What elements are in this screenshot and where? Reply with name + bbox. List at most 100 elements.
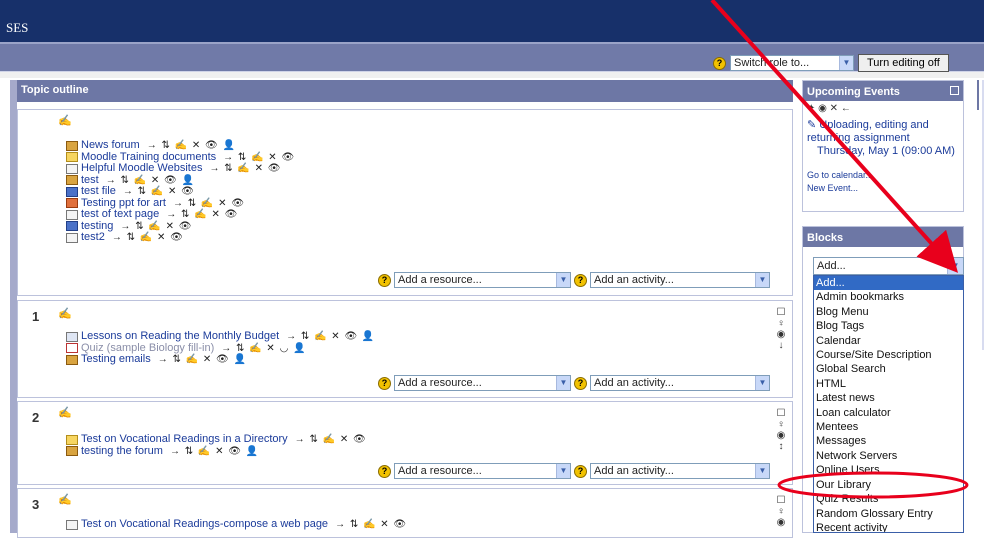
dropdown-option-our-library[interactable]: Our Library (814, 478, 963, 492)
add-activity-select[interactable]: Add an activity... ▼ (590, 272, 770, 288)
activity-link[interactable]: testing the forum (81, 445, 163, 458)
help-icon[interactable]: ? (378, 376, 391, 390)
activity-link[interactable]: Test on Vocational Readings in a Directo… (81, 433, 288, 446)
help-icon[interactable]: ? (574, 376, 587, 390)
chevron-down-icon[interactable]: ▼ (556, 273, 570, 287)
edit-tools[interactable]: → ⇅ ✍ ✕ 👁 (223, 152, 295, 164)
dropdown-option[interactable]: Blog Tags (814, 319, 963, 333)
checkbox-icon[interactable]: ☐ (774, 495, 788, 506)
dropdown-option[interactable]: Blog Menu (814, 305, 963, 319)
edit-summary-icon[interactable]: ✍ (58, 114, 72, 127)
edit-tools[interactable]: → ⇅ ✍ ✕ 👁 (173, 198, 245, 210)
move-up-down-icon[interactable]: ↕ (774, 441, 788, 452)
list-item[interactable]: test file → ⇅ ✍ ✕ 👁 (66, 185, 740, 198)
turn-editing-off-button[interactable]: Turn editing off (858, 54, 949, 72)
eye-icon[interactable]: ◉ (774, 517, 788, 528)
list-item[interactable]: Test on Vocational Readings in a Directo… (66, 433, 740, 446)
dropdown-option[interactable]: Add... (814, 276, 963, 291)
dropdown-option[interactable]: HTML (814, 377, 963, 391)
eye-icon[interactable]: ◉ (774, 430, 788, 441)
add-activity-select[interactable]: Add an activity... ▼ (590, 463, 770, 479)
list-item[interactable]: test of text page → ⇅ ✍ ✕ 👁 (66, 208, 740, 221)
dropdown-option[interactable]: Global Search (814, 362, 963, 376)
chevron-down-icon[interactable]: ▼ (755, 464, 769, 478)
help-icon[interactable]: ? (574, 464, 587, 478)
edit-summary-icon[interactable]: ✍ (58, 307, 72, 320)
go-to-calendar-link[interactable]: Go to calendar... (807, 169, 959, 182)
chevron-down-icon[interactable]: ▼ (755, 376, 769, 390)
add-resource-select[interactable]: Add a resource... ▼ (394, 272, 571, 288)
help-icon[interactable]: ? (378, 273, 391, 287)
edit-tools[interactable]: → ⇅ ✍ ✕ ◡ 👤 (221, 343, 306, 355)
list-item[interactable]: test → ⇅ ✍ ✕ 👁 👤 (66, 174, 740, 187)
add-activity-select[interactable]: Add an activity... ▼ (590, 375, 770, 391)
edit-tools[interactable]: → ⇅ ✍ ✕ 👁 (209, 163, 281, 175)
edit-summary-icon[interactable]: ✍ (58, 493, 72, 506)
dropdown-option[interactable]: Network Servers (814, 449, 963, 463)
block-edit-tools[interactable]: ✦ ◉ ✕ ← (803, 101, 963, 116)
dropdown-option[interactable]: Random Glossary Entry (814, 507, 963, 521)
list-item[interactable]: testing the forum → ⇅ ✍ ✕ 👁 👤 (66, 445, 740, 458)
add-resource-select[interactable]: Add a resource... ▼ (394, 463, 571, 479)
checkbox-icon[interactable]: ☐ (774, 408, 788, 419)
chevron-down-icon[interactable]: ▼ (947, 258, 963, 274)
edit-tools[interactable]: → ⇅ ✍ ✕ 👁 👤 (106, 175, 195, 187)
edit-tools[interactable]: → ⇅ ✍ ✕ 👁 👤 (286, 331, 375, 343)
list-item[interactable]: Lessons on Reading the Monthly Budget → ⇅… (66, 330, 740, 343)
event-title[interactable]: Uploading, editing and returning assignm… (807, 119, 929, 144)
move-down-icon[interactable]: ↓ (774, 340, 788, 351)
eye-icon[interactable]: ◉ (774, 329, 788, 340)
list-item[interactable]: Test on Vocational Readings-compose a we… (66, 518, 740, 531)
highlight-icon[interactable]: ♀ (774, 506, 788, 517)
dropdown-option[interactable]: Online Users (814, 463, 963, 477)
activity-link[interactable]: Lessons on Reading the Monthly Budget (81, 330, 279, 343)
list-item[interactable]: Testing emails → ⇅ ✍ ✕ 👁 👤 (66, 353, 740, 366)
edit-summary-icon[interactable]: ✍ (58, 406, 72, 419)
page-scrollbar[interactable] (966, 80, 984, 533)
list-item[interactable]: test2 → ⇅ ✍ ✕ 👁 (66, 231, 740, 244)
edit-tools[interactable]: → ⇅ ✍ ✕ 👁 (120, 221, 192, 233)
list-item[interactable]: testing → ⇅ ✍ ✕ 👁 (66, 220, 740, 233)
switch-role-select[interactable]: Switch role to... ▼ (730, 55, 854, 71)
edit-tools[interactable]: → ⇅ ✍ ✕ 👁 (335, 519, 407, 531)
add-resource-select[interactable]: Add a resource... ▼ (394, 375, 571, 391)
list-item[interactable]: Testing ppt for art → ⇅ ✍ ✕ 👁 (66, 197, 740, 210)
dropdown-option[interactable]: Mentees (814, 420, 963, 434)
activity-link[interactable]: test2 (81, 231, 105, 244)
dropdown-option[interactable]: Recent activity (814, 521, 963, 532)
collapse-icon[interactable] (950, 86, 959, 95)
help-icon[interactable]: ? (574, 273, 587, 287)
chevron-down-icon[interactable]: ▼ (839, 56, 853, 70)
activity-link[interactable]: News forum (81, 139, 140, 152)
chevron-down-icon[interactable]: ▼ (556, 376, 570, 390)
dropdown-option[interactable]: Latest news (814, 391, 963, 405)
new-event-link[interactable]: New Event... (807, 182, 959, 195)
edit-tools[interactable]: → ⇅ ✍ ✕ 👁 👤 (170, 446, 259, 458)
dropdown-option[interactable]: Course/Site Description (814, 348, 963, 362)
list-item[interactable]: Quiz (sample Biology fill-in) → ⇅ ✍ ✕ ◡ 👤 (66, 342, 740, 355)
dropdown-option[interactable]: Messages (814, 434, 963, 448)
edit-tools[interactable]: → ⇅ ✍ ✕ 👁 👤 (158, 354, 247, 366)
help-icon[interactable]: ? (713, 56, 726, 70)
dropdown-option[interactable]: Loan calculator (814, 406, 963, 420)
add-block-select[interactable]: Add... ▼ (813, 257, 964, 275)
edit-tools[interactable]: → ⇅ ✍ ✕ 👁 (295, 434, 367, 446)
list-item[interactable]: Helpful Moodle Websites → ⇅ ✍ ✕ 👁 (66, 162, 740, 175)
checkbox-icon[interactable]: ☐ (774, 307, 788, 318)
edit-tools[interactable]: → ⇅ ✍ ✕ 👁 👤 (147, 140, 236, 152)
chevron-down-icon[interactable]: ▼ (556, 464, 570, 478)
activity-link[interactable]: Helpful Moodle Websites (81, 162, 202, 175)
chevron-down-icon[interactable]: ▼ (755, 273, 769, 287)
activity-link[interactable]: test file (81, 185, 116, 198)
edit-tools[interactable]: → ⇅ ✍ ✕ 👁 (123, 186, 195, 198)
highlight-icon[interactable]: ♀ (774, 419, 788, 430)
help-icon[interactable]: ? (378, 464, 391, 478)
edit-tools[interactable]: → ⇅ ✍ ✕ 👁 (166, 209, 238, 221)
list-item[interactable]: News forum → ⇅ ✍ ✕ 👁 👤 (66, 139, 740, 152)
dropdown-option[interactable]: Admin bookmarks (814, 290, 963, 304)
activity-link[interactable]: test of text page (81, 208, 159, 221)
dropdown-option[interactable]: Calendar (814, 334, 963, 348)
event-item[interactable]: ✎ Uploading, editing and returning assig… (803, 116, 963, 161)
activity-link[interactable]: Testing emails (81, 353, 151, 366)
edit-tools[interactable]: → ⇅ ✍ ✕ 👁 (112, 232, 184, 244)
